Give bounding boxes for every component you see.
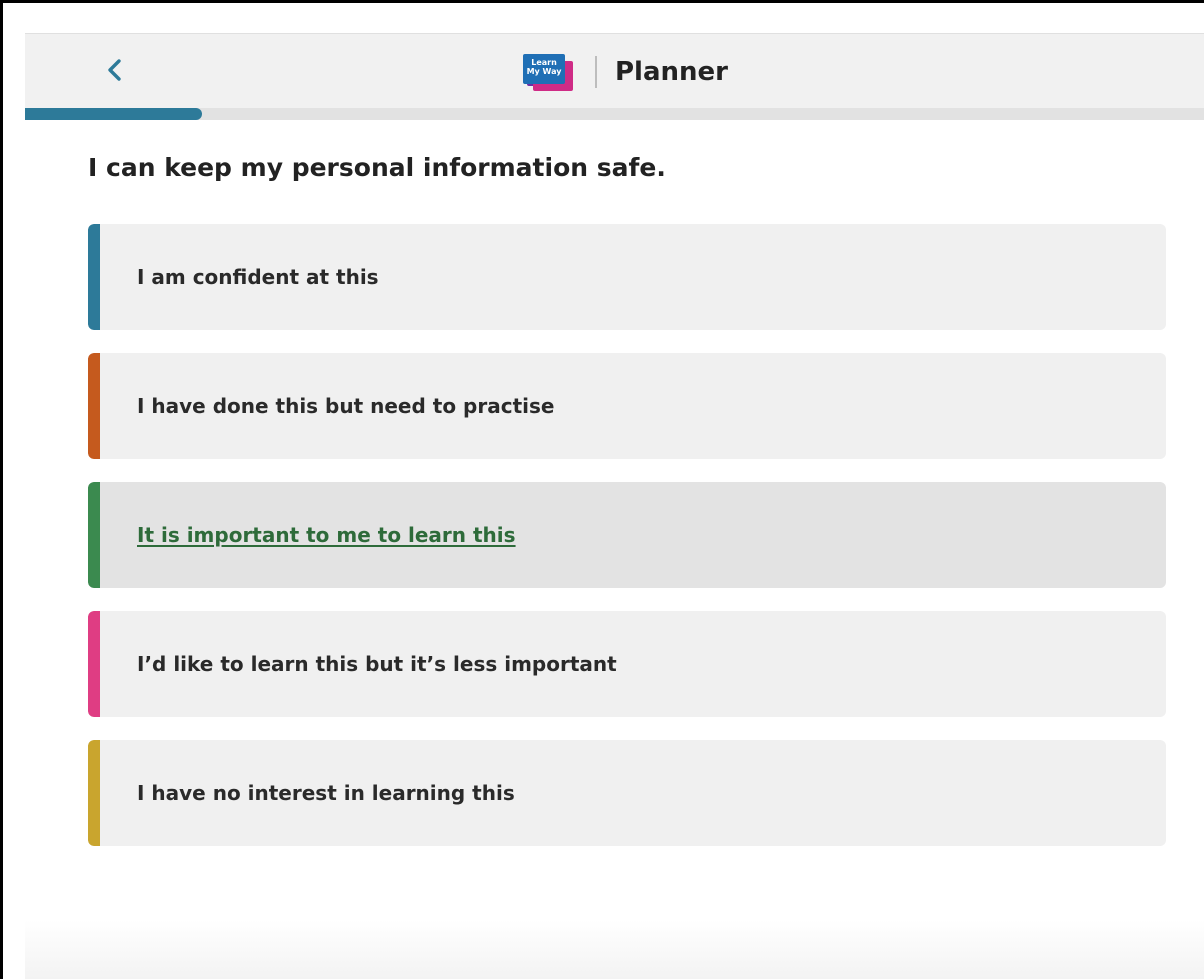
progress-bar-fill <box>25 108 202 120</box>
question-heading: I can keep my personal information safe. <box>88 153 666 182</box>
footer-area <box>25 920 1204 979</box>
option-color-bar <box>88 611 100 717</box>
option-label: I have done this but need to practise <box>137 394 555 418</box>
chevron-left-icon <box>108 59 121 81</box>
back-button[interactable] <box>93 48 137 92</box>
option-color-bar <box>88 740 100 846</box>
brand: Learn My Way Planner <box>523 52 728 92</box>
option-label: I have no interest in learning this <box>137 781 515 805</box>
top-bar: Learn My Way Planner <box>25 33 1204 109</box>
option-need-practise[interactable]: I have done this but need to practise <box>88 353 1166 459</box>
option-important-to-learn[interactable]: It is important to me to learn this <box>88 482 1166 588</box>
option-less-important[interactable]: I’d like to learn this but it’s less imp… <box>88 611 1166 717</box>
option-label: It is important to me to learn this <box>137 523 516 547</box>
progress-bar <box>25 108 1204 120</box>
page-title: Planner <box>615 57 728 87</box>
header-divider <box>595 56 597 88</box>
logo-text: Learn My Way <box>526 58 562 76</box>
answer-options: I am confident at this I have done this … <box>88 224 1166 869</box>
option-no-interest[interactable]: I have no interest in learning this <box>88 740 1166 846</box>
option-color-bar <box>88 224 100 330</box>
option-label: I’d like to learn this but it’s less imp… <box>137 652 617 676</box>
option-color-bar <box>88 353 100 459</box>
option-color-bar <box>88 482 100 588</box>
option-confident[interactable]: I am confident at this <box>88 224 1166 330</box>
option-label: I am confident at this <box>137 265 379 289</box>
learn-my-way-logo: Learn My Way <box>523 52 579 92</box>
